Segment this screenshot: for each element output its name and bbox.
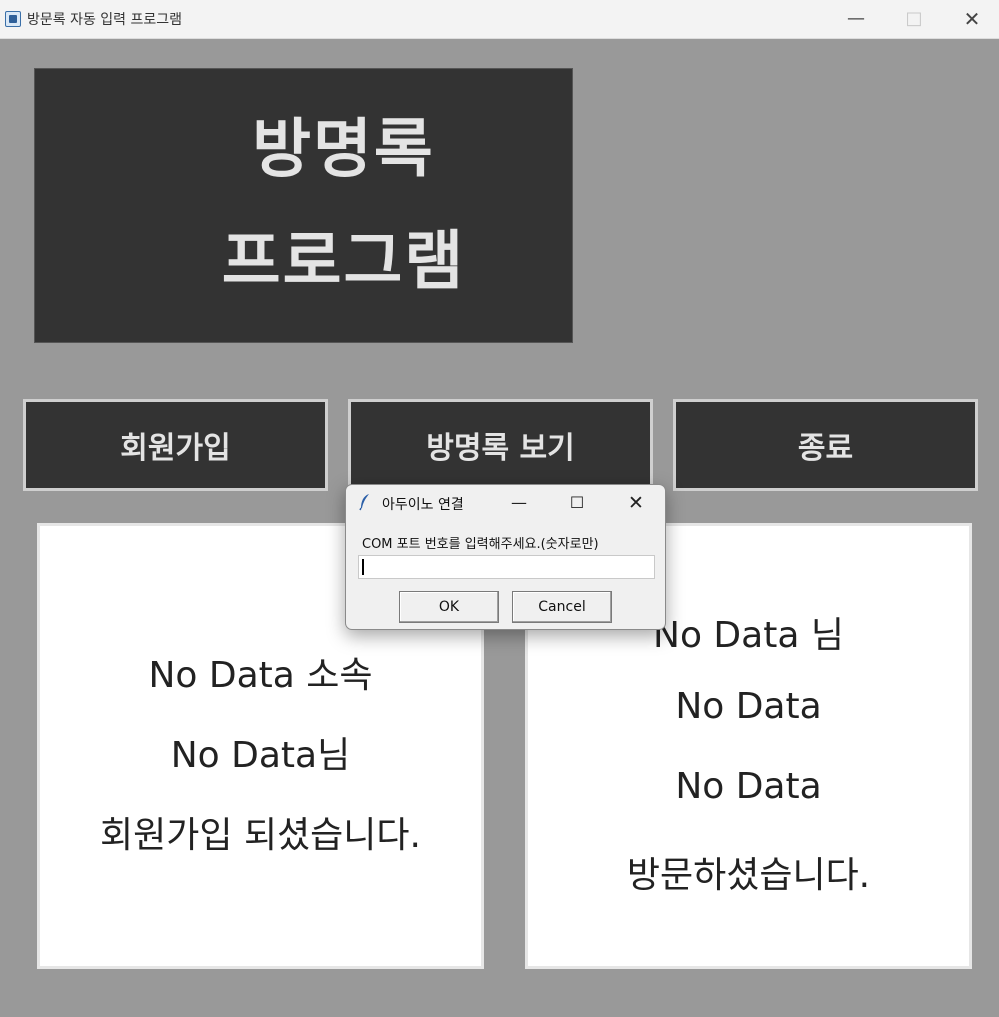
dialog-minimize-icon[interactable]: — — [504, 491, 534, 515]
exit-button[interactable]: 종료 — [673, 399, 978, 491]
window-title: 방문록 자동 입력 프로그램 — [27, 12, 183, 28]
member-name-text: No Data님 — [170, 735, 351, 776]
cancel-button[interactable]: Cancel — [512, 591, 612, 623]
ok-button[interactable]: OK — [399, 591, 499, 623]
dialog-close-icon[interactable]: ✕ — [621, 491, 651, 515]
header-title-line2: 프로그램 — [221, 224, 466, 299]
arduino-connect-dialog: 아두이노 연결 — ☐ ✕ COM 포트 번호를 입력해주세요.(숫자로만) O… — [345, 484, 666, 630]
close-icon[interactable]: ✕ — [949, 4, 995, 34]
feather-icon — [359, 494, 369, 511]
view-guestbook-button[interactable]: 방명록 보기 — [348, 399, 653, 491]
visitor-data-text-2: No Data — [675, 766, 822, 807]
dialog-title: 아두이노 연결 — [382, 497, 464, 513]
maximize-icon[interactable]: □ — [891, 4, 937, 34]
program-header: 방명록 프로그램 — [34, 68, 573, 343]
app-icon — [5, 11, 21, 27]
window-titlebar: 방문록 자동 입력 프로그램 — □ ✕ — [0, 0, 999, 39]
header-title-line1: 방명록 — [252, 112, 435, 187]
visitor-data-text-1: No Data — [675, 686, 822, 727]
affiliation-text: No Data 소속 — [148, 655, 373, 696]
signup-complete-text: 회원가입 되셨습니다. — [100, 815, 421, 856]
text-caret — [362, 559, 364, 575]
dialog-maximize-icon[interactable]: ☐ — [562, 491, 592, 515]
com-port-prompt: COM 포트 번호를 입력해주세요.(숫자로만) — [362, 537, 599, 552]
minimize-icon[interactable]: — — [833, 4, 879, 34]
visit-complete-text: 방문하셨습니다. — [626, 855, 871, 896]
signup-button[interactable]: 회원가입 — [23, 399, 328, 491]
com-port-input[interactable] — [358, 555, 655, 579]
